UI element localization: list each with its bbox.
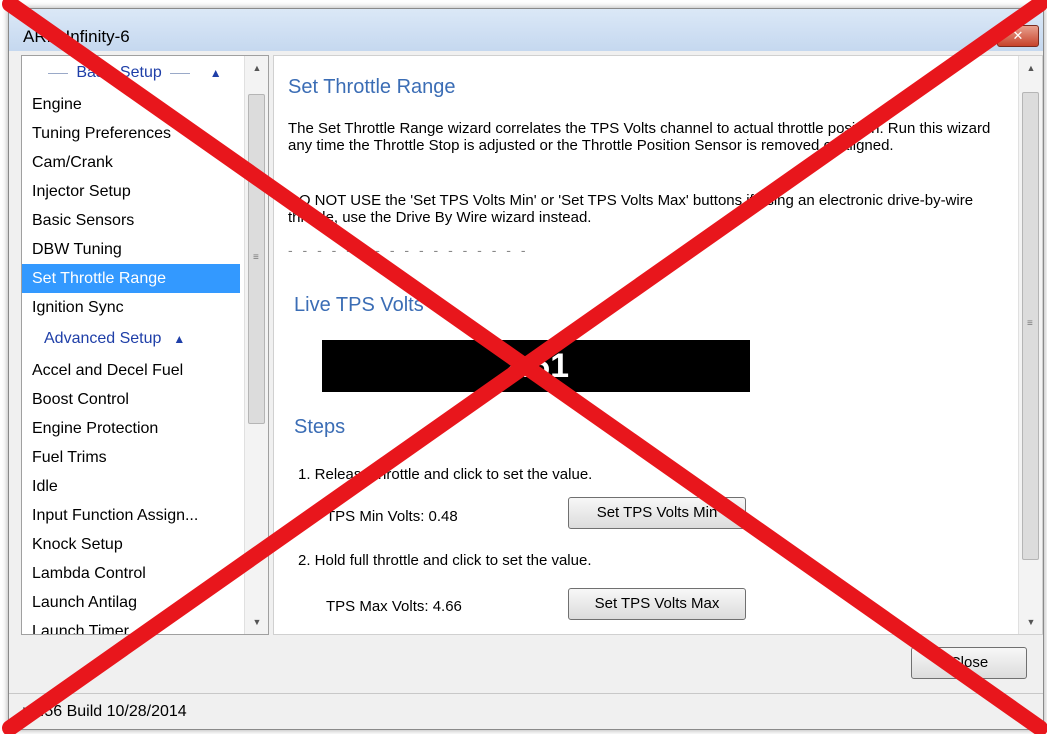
sidebar-item[interactable]: Knock Setup bbox=[22, 530, 240, 559]
version-text: v1.56 Build 10/28/2014 bbox=[23, 703, 187, 720]
sidebar-scrollbar[interactable]: ▲ ≡ ▼ bbox=[244, 56, 268, 634]
sidebar-item[interactable]: Input Function Assign... bbox=[22, 501, 240, 530]
sidebar-item[interactable]: Boost Control bbox=[22, 385, 240, 414]
group-header-advanced-setup[interactable]: Advanced Setup ▲ bbox=[22, 322, 240, 356]
sidebar-item[interactable]: Idle bbox=[22, 472, 240, 501]
close-button[interactable]: Close bbox=[911, 647, 1027, 679]
sidebar-item[interactable]: Accel and Decel Fuel bbox=[22, 356, 240, 385]
scroll-up-icon[interactable]: ▲ bbox=[245, 58, 268, 78]
divider bbox=[169, 72, 190, 74]
set-tps-min-button[interactable]: Set TPS Volts Min bbox=[568, 497, 746, 529]
scroll-down-icon[interactable]: ▼ bbox=[245, 612, 268, 632]
window-close-button[interactable]: ✕ bbox=[997, 25, 1039, 47]
sidebar-item[interactable]: Lambda Control bbox=[22, 559, 240, 588]
sidebar-item[interactable]: Injector Setup bbox=[22, 177, 240, 206]
scroll-thumb[interactable]: ≡ bbox=[1022, 92, 1039, 560]
sidebar-item[interactable]: Ignition Sync bbox=[22, 293, 240, 322]
app-window: ARM Infinity-6 ✕ Basic Setup ▲ Engine Tun… bbox=[8, 8, 1044, 730]
sidebar-item[interactable]: Engine bbox=[22, 90, 240, 119]
close-icon: ✕ bbox=[1012, 28, 1024, 43]
sidebar-list: Basic Setup ▲ Engine Tuning Preferences Ca… bbox=[22, 56, 240, 634]
window-title: ARM Infinity-6 bbox=[23, 27, 130, 46]
description-text: The Set Throttle Range wizard correlates… bbox=[288, 120, 991, 154]
group-header-basic-setup[interactable]: Basic Setup ▲ bbox=[22, 56, 240, 90]
setup-sidebar: Basic Setup ▲ Engine Tuning Preferences Ca… bbox=[21, 55, 269, 635]
chevron-up-icon[interactable]: ▲ bbox=[210, 66, 222, 80]
sidebar-item[interactable]: Set Throttle Range bbox=[22, 264, 240, 293]
step-2-text: 2. Hold full throttle and click to set t… bbox=[298, 552, 592, 569]
content-scrollbar[interactable]: ▲ ≡ ▼ bbox=[1018, 56, 1042, 634]
tps-min-label: TPS Min Volts: 0.48 bbox=[326, 508, 458, 525]
scroll-thumb[interactable]: ≡ bbox=[248, 94, 265, 424]
wizard-panel: Set Throttle Range The Set Throttle Rang… bbox=[273, 55, 1043, 635]
grip-icon: ≡ bbox=[253, 252, 259, 263]
set-tps-max-button[interactable]: Set TPS Volts Max bbox=[568, 588, 746, 620]
divider bbox=[48, 72, 69, 74]
live-tps-heading: Live TPS Volts bbox=[294, 294, 424, 316]
scroll-up-icon[interactable]: ▲ bbox=[1019, 58, 1042, 78]
group-label: Advanced Setup bbox=[44, 330, 162, 347]
page-title: Set Throttle Range bbox=[288, 76, 456, 98]
sidebar-item[interactable]: DBW Tuning bbox=[22, 235, 240, 264]
sidebar-item[interactable]: Tuning Preferences bbox=[22, 119, 240, 148]
sidebar-item[interactable]: Cam/Crank bbox=[22, 148, 240, 177]
sidebar-item[interactable]: Basic Sensors bbox=[22, 206, 240, 235]
sidebar-item[interactable]: Engine Protection bbox=[22, 414, 240, 443]
chevron-up-icon[interactable]: ▲ bbox=[173, 332, 185, 346]
sidebar-item[interactable]: Fuel Trims bbox=[22, 443, 240, 472]
warning-text: DO NOT USE the 'Set TPS Volts Min' or 'S… bbox=[288, 192, 974, 226]
dashed-separator: - - - - - - - - - - - - - - - - - bbox=[288, 242, 529, 258]
title-bar: ARM Infinity-6 ✕ bbox=[9, 9, 1043, 51]
sidebar-item[interactable]: Launch Antilag bbox=[22, 588, 240, 617]
group-label: Basic Setup bbox=[76, 64, 162, 81]
live-tps-value: 2.61 bbox=[322, 340, 750, 392]
step-1-text: 1. Release throttle and click to set the… bbox=[298, 466, 593, 483]
scroll-down-icon[interactable]: ▼ bbox=[1019, 612, 1042, 632]
sidebar-item[interactable]: Launch Timer bbox=[22, 617, 240, 634]
grip-icon: ≡ bbox=[1027, 318, 1033, 329]
status-bar: v1.56 Build 10/28/2014 bbox=[9, 693, 1043, 729]
tps-max-label: TPS Max Volts: 4.66 bbox=[326, 598, 462, 615]
steps-heading: Steps bbox=[294, 416, 346, 438]
